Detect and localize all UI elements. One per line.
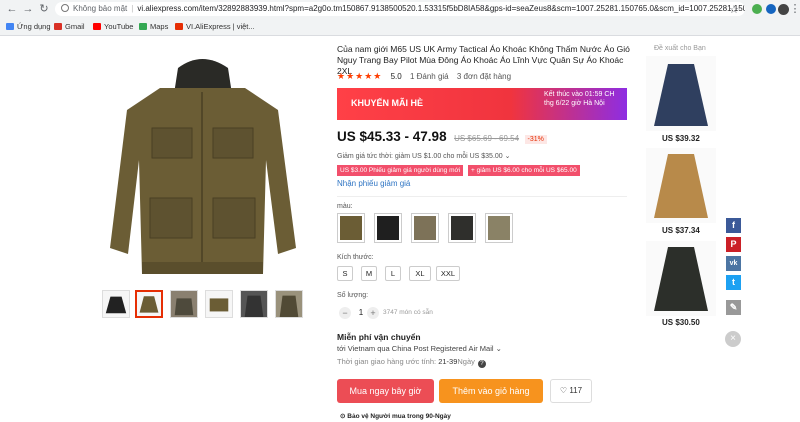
thumbnail[interactable]	[275, 290, 303, 318]
buyer-protection: ⊙ Bảo vệ Người mua trong 90-Ngày	[340, 413, 451, 420]
instant-discount[interactable]: Giảm giá tức thời: giảm US $1.00 cho mỗi…	[337, 152, 511, 160]
menu-dots-icon[interactable]: ⋮	[789, 3, 800, 15]
stock-available: 3747 món có sẵn	[383, 309, 433, 316]
bookmark-youtube[interactable]: YouTube	[93, 19, 133, 35]
original-price: US $65.69 - 69.54	[454, 134, 520, 143]
discount-badge: -31%	[524, 135, 547, 144]
color-swatch[interactable]	[485, 213, 513, 243]
recommended-product-image[interactable]	[646, 241, 716, 316]
size-option-xl[interactable]: XL	[409, 266, 431, 281]
add-to-cart-button[interactable]: Thêm vào giỏ hàng	[439, 379, 543, 403]
reviews-link[interactable]: 1 Đánh giá	[410, 72, 449, 81]
heart-icon: ♡	[559, 386, 568, 395]
delivery-days: 21-39	[438, 357, 458, 366]
edit-icon[interactable]: ✎	[726, 300, 741, 315]
facebook-icon[interactable]: f	[726, 218, 741, 233]
pinterest-icon[interactable]: P	[726, 237, 741, 252]
close-icon[interactable]: ×	[725, 331, 741, 347]
info-icon[interactable]	[61, 4, 69, 12]
extension-icon[interactable]	[752, 4, 762, 14]
color-swatch[interactable]	[337, 213, 365, 243]
get-coupon-link[interactable]: Nhận phiếu giảm giá	[337, 179, 410, 188]
bookmark-maps[interactable]: Maps	[139, 19, 168, 35]
color-swatch[interactable]	[411, 213, 439, 243]
gmail-icon	[54, 23, 62, 30]
wishlist-count: 117	[569, 386, 583, 395]
help-icon[interactable]: ?	[477, 360, 486, 368]
quantity-input[interactable]: 1	[355, 307, 367, 319]
twitter-icon[interactable]: t	[726, 275, 741, 290]
shipping-method[interactable]: tới Vietnam qua China Post Registered Ai…	[337, 344, 502, 353]
quantity-minus-button[interactable]: −	[339, 307, 351, 319]
bookmark-star-icon[interactable]: ☆	[729, 3, 739, 16]
thumbnail[interactable]	[170, 290, 198, 318]
delivery-estimate: Thời gian giao hàng ước tính: 21-39Ngày?	[337, 357, 486, 368]
thumbnail[interactable]	[205, 290, 233, 318]
bookmark-gmail[interactable]: Gmail	[54, 19, 85, 35]
security-label: Không bảo mật	[73, 4, 128, 13]
recommended-product-image[interactable]	[646, 56, 716, 131]
color-swatch[interactable]	[374, 213, 402, 243]
recommended-price[interactable]: US $37.34	[662, 226, 700, 235]
bookmark-aliexpress[interactable]: VI.AliExpress | việt...	[175, 19, 255, 35]
color-label: màu:	[337, 203, 353, 210]
promo-banner: KHUYẾN MÃI HÈ Kết thúc vào 01:59 CH thg …	[337, 88, 627, 120]
size-option-l[interactable]: L	[385, 266, 401, 281]
recommended-product-image[interactable]	[646, 148, 716, 223]
orders-count: 3 đơn đặt hàng	[456, 72, 512, 81]
forward-icon[interactable]: →	[22, 3, 34, 15]
size-label: Kích thước:	[337, 254, 374, 261]
color-swatch[interactable]	[448, 213, 476, 243]
rating-value: 5.0	[390, 72, 402, 81]
recommendations-title: Đề xuất cho Bạn	[654, 45, 706, 52]
promo-label: KHUYẾN MÃI HÈ	[351, 98, 424, 108]
back-icon[interactable]: ←	[6, 3, 18, 15]
shipping-title: Miễn phí vận chuyển	[337, 332, 421, 342]
buy-now-button[interactable]: Mua ngay bây giờ	[337, 379, 434, 403]
thumbnail[interactable]	[102, 290, 130, 318]
address-bar[interactable]: Không bảo mật | vi.aliexpress.com/item/328…	[55, 2, 745, 16]
rating-stars-icon: ★★★★★	[337, 71, 383, 81]
size-option-m[interactable]: M	[361, 266, 377, 281]
promo-end-time: Kết thúc vào 01:59 CH thg 6/22 giờ Hà Nộ…	[544, 91, 615, 107]
size-option-s[interactable]: S	[337, 266, 353, 281]
bookmarks-bar: Ứng dụng Gmail YouTube Maps VI.AliExpres…	[0, 19, 800, 35]
product-main-image[interactable]	[100, 48, 305, 283]
recommended-price[interactable]: US $30.50	[662, 318, 700, 327]
reload-icon[interactable]: ↻	[38, 3, 50, 15]
wishlist-button[interactable]: ♡ 117	[550, 379, 592, 403]
youtube-icon	[93, 23, 101, 30]
aliexpress-icon	[175, 23, 183, 30]
apps-grid-icon	[6, 23, 14, 30]
quantity-plus-button[interactable]: +	[367, 307, 379, 319]
rating-row: ★★★★★ 5.0 1 Đánh giá 3 đơn đặt hàng	[337, 71, 517, 82]
vk-icon[interactable]: vk	[726, 256, 741, 271]
current-price: US $45.33 - 47.98	[337, 129, 447, 144]
quantity-label: Số lượng:	[337, 292, 369, 299]
thumbnail-active[interactable]	[135, 290, 163, 318]
maps-icon	[139, 23, 147, 30]
url-text: vi.aliexpress.com/item/32892883939.html?…	[137, 4, 745, 13]
divider	[337, 196, 627, 197]
coupon-new-user[interactable]: US $3.00 Phiếu giảm giá người dùng mới	[337, 165, 464, 176]
thumbnail[interactable]	[240, 290, 268, 318]
recommended-price[interactable]: US $39.32	[662, 134, 700, 143]
extension-icon[interactable]	[766, 4, 776, 14]
browser-chrome: ← → ↻ Không bảo mật | vi.aliexpress.com/it…	[0, 0, 800, 36]
profile-avatar-icon[interactable]	[778, 4, 789, 15]
size-option-xxl[interactable]: XXL	[436, 266, 460, 281]
bookmark-apps[interactable]: Ứng dụng	[6, 19, 51, 35]
price-row: US $45.33 - 47.98 US $65.69 - 69.54 -31%	[337, 129, 547, 144]
coupon-discount[interactable]: + giảm US $6.00 cho mỗi US $65.00	[468, 165, 580, 176]
